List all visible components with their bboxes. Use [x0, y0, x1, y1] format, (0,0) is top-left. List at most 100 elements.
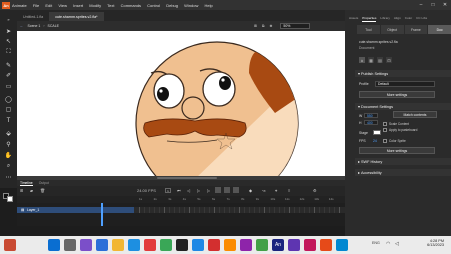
center-stage-icon[interactable]: ⊕: [269, 24, 272, 28]
frame-cell[interactable]: [219, 207, 220, 213]
publish-settings-header[interactable]: ▾ Publish Settings: [355, 70, 451, 77]
frame-cell[interactable]: [284, 207, 285, 213]
symbol-label[interactable]: SCALE: [48, 24, 59, 28]
menu-item-insert[interactable]: Insert: [73, 3, 83, 8]
tab-library[interactable]: Library: [380, 16, 389, 22]
frame-cell[interactable]: [164, 207, 165, 213]
frame-cell[interactable]: [249, 207, 250, 213]
menu-item-control[interactable]: Control: [147, 3, 160, 8]
edge-icon[interactable]: [128, 239, 140, 251]
delete-layer-icon[interactable]: 🗑: [40, 188, 45, 193]
camera-icon[interactable]: ⌖: [275, 188, 277, 193]
selection-tool-icon[interactable]: ➤: [3, 27, 14, 36]
frame-cell[interactable]: [214, 207, 215, 213]
character-face-drawing[interactable]: [17, 31, 345, 176]
fill-color-swatch[interactable]: [7, 196, 13, 202]
onion-skin-icon[interactable]: [224, 187, 230, 193]
playhead[interactable]: [101, 203, 103, 226]
tab-output[interactable]: Output: [39, 181, 49, 185]
app-icon-10[interactable]: [336, 239, 348, 251]
fps-display[interactable]: 24.00 FPS: [137, 188, 156, 193]
menu-item-animate[interactable]: Animate: [12, 3, 27, 8]
frame-cell[interactable]: [169, 207, 170, 213]
frame-cell[interactable]: [319, 207, 320, 213]
stage-color-swatch[interactable]: [373, 130, 381, 135]
layer-frames[interactable]: [134, 207, 345, 213]
paint-bucket-icon[interactable]: ⬙: [3, 129, 14, 138]
app-icon-4[interactable]: [224, 239, 236, 251]
apply-pasteboard-checkbox[interactable]: Apply to pasteboard: [383, 128, 417, 132]
checkbox[interactable]: [383, 139, 387, 143]
profile-dropdown[interactable]: Default: [375, 81, 435, 87]
tab-cc-libs[interactable]: CC Libs: [416, 16, 427, 22]
file-explorer-icon[interactable]: [112, 239, 124, 251]
close-icon[interactable]: ✕: [439, 0, 451, 10]
zoom-dropdown[interactable]: 50%: [280, 23, 311, 29]
insert-keyframe-icon[interactable]: ◆: [249, 188, 252, 193]
menu-item-commands[interactable]: Commands: [121, 3, 141, 8]
frame-cell[interactable]: [289, 207, 290, 213]
menu-item-view[interactable]: View: [58, 3, 67, 8]
frame-cell[interactable]: [209, 207, 210, 213]
maximize-icon[interactable]: □: [427, 0, 439, 10]
frame-cell[interactable]: [149, 207, 150, 213]
app-icon-6[interactable]: [256, 239, 268, 251]
frame-cell[interactable]: [189, 207, 190, 213]
checkbox[interactable]: [383, 128, 387, 132]
insert-tween-icon[interactable]: ↝: [262, 188, 265, 193]
menu-item-file[interactable]: File: [33, 3, 39, 8]
tab-align[interactable]: Align: [394, 16, 401, 22]
wifi-icon[interactable]: ◠: [386, 241, 390, 247]
app-icon-8[interactable]: [304, 239, 316, 251]
frame-cell[interactable]: [154, 207, 155, 213]
fps-field[interactable]: 24: [373, 139, 377, 143]
frame-cell[interactable]: [294, 207, 295, 213]
search-icon[interactable]: [64, 239, 76, 251]
swf-history-header[interactable]: ▸ SWF History: [355, 158, 451, 165]
subselection-tool-icon[interactable]: ↖: [3, 37, 14, 46]
document-more-settings-button[interactable]: More settings: [359, 147, 435, 154]
expand-icon[interactable]: »: [3, 15, 14, 24]
step-back-icon[interactable]: ◁: [187, 188, 190, 193]
task-view-icon[interactable]: [80, 239, 92, 251]
layer-name[interactable]: Layer_1: [27, 208, 39, 212]
frame-cell[interactable]: [174, 207, 175, 213]
menu-item-modify[interactable]: Modify: [89, 3, 101, 8]
frame-cell[interactable]: [239, 207, 240, 213]
clock[interactable]: 4:28 PM 6/13/2023: [418, 239, 444, 247]
frame-cell[interactable]: [159, 207, 160, 213]
step-forward-icon[interactable]: ▷: [207, 188, 210, 193]
checkbox[interactable]: [383, 122, 387, 126]
frame-cell[interactable]: [204, 207, 205, 213]
home-icon[interactable]: ⌂: [359, 57, 365, 63]
snap-icon[interactable]: ⊞: [254, 24, 257, 28]
publish-more-settings-button[interactable]: More settings: [359, 91, 435, 98]
frame-number-field[interactable]: 1: [165, 188, 171, 193]
frame-cell[interactable]: [264, 207, 265, 213]
zoom-tool-icon[interactable]: ⌕: [3, 162, 14, 171]
free-transform-icon[interactable]: ⛶: [3, 48, 14, 57]
oval-tool-icon[interactable]: ◯: [3, 95, 14, 104]
frame-cell[interactable]: [334, 207, 335, 213]
minimize-icon[interactable]: –: [415, 0, 427, 10]
app-icon[interactable]: [176, 239, 188, 251]
frame-cell[interactable]: [144, 207, 145, 213]
new-layer-icon[interactable]: ⊞: [20, 188, 23, 193]
guides-icon[interactable]: ▤: [377, 57, 383, 63]
menu-item-text[interactable]: Text: [107, 3, 114, 8]
frame-cell[interactable]: [234, 207, 235, 213]
tab-assets[interactable]: Assets: [349, 16, 358, 22]
rectangle-tool-icon[interactable]: ▢: [3, 105, 14, 114]
scrollbar-thumb[interactable]: [157, 177, 217, 179]
frame-cell[interactable]: [339, 207, 340, 213]
frame-cell[interactable]: [324, 207, 325, 213]
hand-tool-icon[interactable]: ✋: [3, 151, 14, 160]
eyedropper-icon[interactable]: ⚲: [3, 140, 14, 149]
snap-panel-icon[interactable]: ⊡: [386, 57, 392, 63]
tab-frame[interactable]: Frame: [404, 25, 428, 34]
frame-ruler[interactable]: 1s 2s 3s 4s 5s 6s 7s 8s 9s 10s 11s 12s 13s 14s: [17, 196, 345, 203]
clip-icon[interactable]: ⧉: [262, 24, 265, 28]
animate-taskbar-icon[interactable]: An: [272, 239, 284, 251]
frame-cell[interactable]: [224, 207, 225, 213]
scale-content-checkbox[interactable]: Scale Content: [383, 122, 409, 126]
